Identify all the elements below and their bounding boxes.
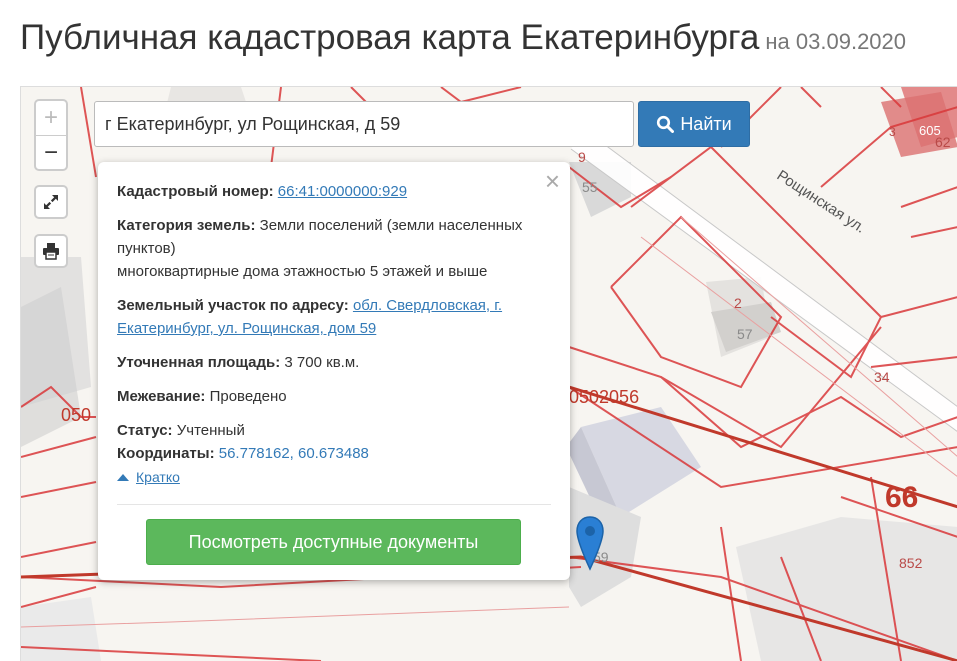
survey-row: Межевание: Проведено <box>117 385 551 408</box>
house-number-label: 2 <box>734 295 742 311</box>
search-icon <box>657 115 675 133</box>
district-number-label: 66 <box>885 481 919 514</box>
area-value: 3 700 кв.м. <box>284 354 360 371</box>
field-label: Статус: <box>117 422 173 439</box>
triangle-up-icon <box>117 474 129 481</box>
cadastral-block-label: 0502056 <box>569 387 640 407</box>
field-label: Кадастровый номер: <box>117 183 274 200</box>
print-button[interactable] <box>34 234 68 268</box>
coordinates-row: Координаты: 56.778162, 60.673488 <box>117 442 551 465</box>
house-number-label: 57 <box>737 326 753 342</box>
address-row: Земельный участок по адресу: обл. Свердл… <box>117 294 551 340</box>
field-label: Земельный участок по адресу: <box>117 297 349 314</box>
field-label: Уточненная площадь: <box>117 354 281 371</box>
parcel-number-label: 852 <box>899 555 923 571</box>
house-number-label: 62 <box>935 134 951 150</box>
expand-icon <box>44 195 58 209</box>
status-row: Статус: Учтенный <box>117 419 551 442</box>
collapse-link[interactable]: Кратко <box>117 466 180 489</box>
land-use-value: многоквартирные дома этажностью 5 этажей… <box>117 263 488 280</box>
land-category-row: Категория земель: Земли поселений (земли… <box>117 214 551 283</box>
parcel-number-label: 34 <box>874 369 890 385</box>
parcel-info-popup: × Кадастровый номер: 66:41:0000000:929 К… <box>98 162 570 580</box>
field-label: Координаты: <box>117 445 215 462</box>
search-button[interactable]: Найти <box>638 101 750 147</box>
field-label: Межевание: <box>117 388 206 405</box>
search-button-label: Найти <box>680 113 732 134</box>
map-view[interactable]: Рощинская ул. 55 9 2 57 59 3 605 62 34 8… <box>20 86 957 661</box>
view-documents-button[interactable]: Посмотреть доступные документы <box>146 519 521 565</box>
cadastral-number-row: Кадастровый номер: 66:41:0000000:929 <box>117 180 551 203</box>
zoom-out-button[interactable]: − <box>36 136 66 169</box>
popup-divider <box>117 504 551 505</box>
address-search-input[interactable] <box>94 101 634 147</box>
cadastral-number-link[interactable]: 66:41:0000000:929 <box>278 183 407 200</box>
zoom-in-button[interactable]: + <box>36 101 66 136</box>
house-number-label: 9 <box>578 149 586 165</box>
fullscreen-button[interactable] <box>34 185 68 219</box>
cadastral-block-label: 050 <box>61 405 92 425</box>
survey-value: Проведено <box>209 388 287 405</box>
page-title: Публичная кадастровая карта Екатеринбург… <box>20 18 760 57</box>
close-icon[interactable]: × <box>545 168 560 194</box>
collapse-link-label: Кратко <box>136 469 180 485</box>
house-number-label: 55 <box>582 179 598 195</box>
area-row: Уточненная площадь: 3 700 кв.м. <box>117 351 551 374</box>
location-marker-icon[interactable] <box>574 515 606 571</box>
printer-icon <box>43 243 59 260</box>
page-header: Публичная кадастровая карта Екатеринбург… <box>20 18 950 68</box>
house-number-label: 3 <box>889 125 896 139</box>
coordinates-value: 56.778162, 60.673488 <box>218 445 369 462</box>
status-value: Учтенный <box>176 422 245 439</box>
zoom-control: + − <box>34 99 68 171</box>
field-label: Категория земель: <box>117 217 256 234</box>
page-date: на 03.09.2020 <box>765 29 907 54</box>
